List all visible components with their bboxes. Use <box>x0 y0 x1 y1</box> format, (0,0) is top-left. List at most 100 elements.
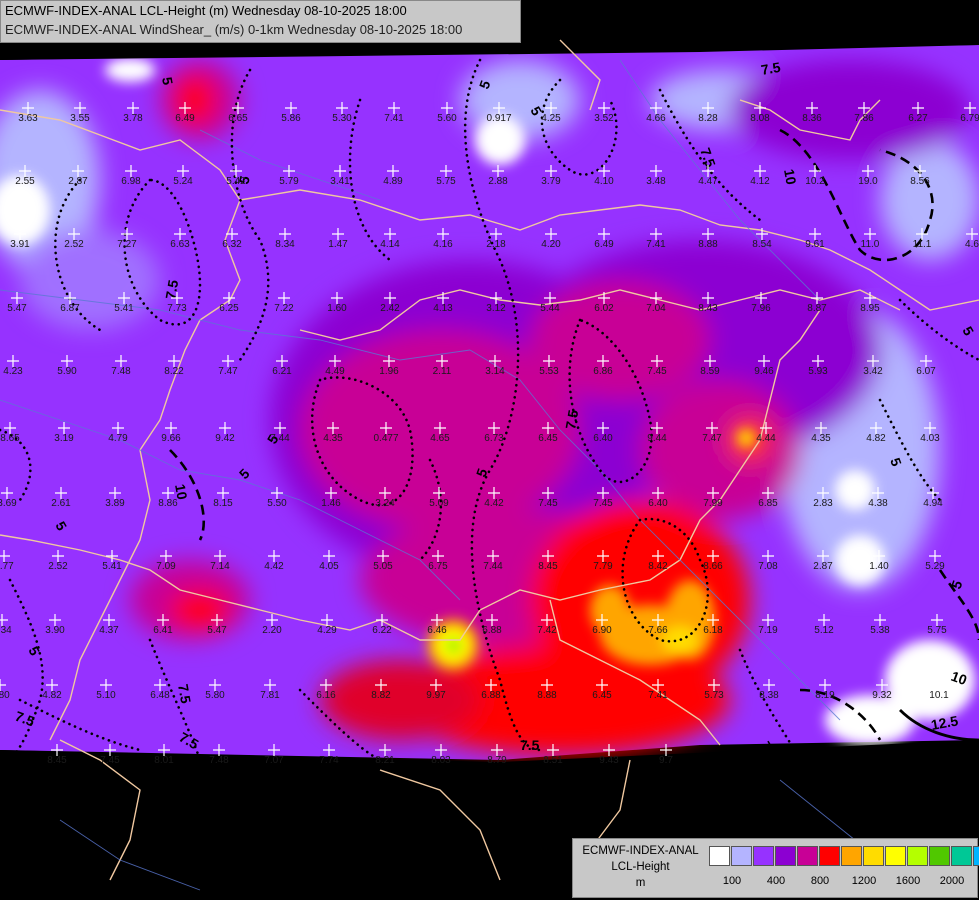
station-value: 6.88 <box>481 690 501 701</box>
station-value: 7.45 <box>538 498 558 509</box>
station-value: 3.19 <box>54 433 74 444</box>
station-value: 8.88 <box>698 239 718 250</box>
station-value: 7.47 <box>702 433 722 444</box>
station-value: 5.30 <box>332 113 352 124</box>
station-value: 3.14 <box>485 366 505 377</box>
station-value: 8.15 <box>213 498 233 509</box>
station-value: 7.42 <box>537 625 557 636</box>
station-value: 3.90 <box>45 625 65 636</box>
station-value: 4.35 <box>811 433 831 444</box>
station-value: 6.02 <box>594 303 614 314</box>
station-value: 6.25 <box>219 303 239 314</box>
station-value: 7.99 <box>703 498 723 509</box>
title-line-lcl: ECMWF-INDEX-ANAL LCL-Height (m) Wednesda… <box>5 3 407 18</box>
station-value: 5.44 <box>540 303 560 314</box>
station-value: 8.34 <box>275 239 295 250</box>
legend-tick-label: 800 <box>810 875 830 887</box>
station-value: 4.23 <box>3 366 23 377</box>
station-value: 2.52 <box>48 561 68 572</box>
station-value: 8.65 <box>0 433 20 444</box>
station-value: 1.47 <box>328 239 348 250</box>
station-value: 0.477 <box>373 433 398 444</box>
station-value: 2.61 <box>51 498 71 509</box>
station-value: 11.0 <box>861 239 880 250</box>
station-value: 6.40 <box>648 498 668 509</box>
station-value: 5.12 <box>814 625 834 636</box>
station-value: 1.96 <box>379 366 399 377</box>
legend-swatch <box>775 846 796 866</box>
station-value: 8.87 <box>807 303 827 314</box>
station-value: 7.44 <box>483 561 503 572</box>
station-value: 4.13 <box>433 303 453 314</box>
station-value: 6.45 <box>592 690 612 701</box>
lcl-height-field <box>0 45 979 760</box>
legend-swatch <box>841 846 862 866</box>
station-value: 4.47 <box>698 176 718 187</box>
station-value: 6.40 <box>593 433 613 444</box>
station-value: 4.82 <box>866 433 886 444</box>
legend-swatch <box>885 846 906 866</box>
station-value: 8.88 <box>537 690 557 701</box>
station-value: 5.73 <box>704 690 724 701</box>
station-value: 7.27 <box>117 239 137 250</box>
station-value: 2.18 <box>486 239 506 250</box>
station-value: 5.75 <box>927 625 947 636</box>
station-value: 6.41 <box>153 625 173 636</box>
station-value: 7.41 <box>646 239 666 250</box>
station-value: 5.47 <box>207 625 227 636</box>
station-value: 8.54 <box>752 239 772 250</box>
station-value: 8.36 <box>802 113 822 124</box>
legend-swatch <box>863 846 884 866</box>
station-value: 7.96 <box>751 303 771 314</box>
station-value: 4.20 <box>541 239 561 250</box>
station-value: 7.86 <box>854 113 874 124</box>
station-value: 4.16 <box>433 239 453 250</box>
station-value: 7.41 <box>648 690 668 701</box>
station-value: 7.73 <box>167 303 187 314</box>
station-value: 3.69 <box>0 498 17 509</box>
station-value: 5.90 <box>57 366 77 377</box>
station-value: 4.79 <box>108 433 128 444</box>
station-value: 5.09 <box>429 498 449 509</box>
station-value: 9.32 <box>872 690 892 701</box>
station-value: 6.73 <box>484 433 504 444</box>
station-value: 9.7 <box>659 755 673 766</box>
station-value: 6.45 <box>538 433 558 444</box>
station-value: 8.43 <box>698 303 718 314</box>
station-value: 7.45 <box>100 755 120 766</box>
station-value: 5.79 <box>279 176 299 187</box>
station-value: 1.60 <box>327 303 347 314</box>
station-value: 6.63 <box>170 239 190 250</box>
station-value: 4.03 <box>920 433 940 444</box>
station-value: 9.44 <box>647 433 667 444</box>
station-value: 8.95 <box>860 303 880 314</box>
station-value: 2.55 <box>15 176 35 187</box>
map-title-box: ECMWF-INDEX-ANAL LCL-Height (m) Wednesda… <box>0 0 521 43</box>
station-value: 7.44 <box>270 433 290 444</box>
legend-parameter: LCL-Height <box>611 861 670 873</box>
station-value: 4.35 <box>323 433 343 444</box>
station-value: 6.16 <box>316 690 336 701</box>
station-value: 6.49 <box>175 113 195 124</box>
station-value: 8.08 <box>750 113 770 124</box>
station-value: 2.83 <box>813 498 833 509</box>
station-value: 6.21 <box>272 366 292 377</box>
station-value: 5.38 <box>870 625 890 636</box>
legend-swatch <box>753 846 774 866</box>
station-value: 7.66 <box>648 625 668 636</box>
station-value: 4.10 <box>594 176 614 187</box>
station-value: 6.85 <box>758 498 778 509</box>
station-value: 4.89 <box>383 176 403 187</box>
station-value: 7.45 <box>593 498 613 509</box>
station-value: 5.93 <box>808 366 828 377</box>
station-value: 2.11 <box>433 366 452 377</box>
station-value: 2.20 <box>262 625 282 636</box>
station-value: 4.12 <box>750 176 770 187</box>
station-value: 8.19 <box>815 690 835 701</box>
station-value: 1.40 <box>869 561 889 572</box>
legend-swatch <box>797 846 818 866</box>
station-value: 6.75 <box>428 561 448 572</box>
legend-swatch <box>973 846 979 866</box>
station-value: 8.42 <box>648 561 668 572</box>
legend-source: ECMWF-INDEX-ANAL <box>582 845 699 857</box>
